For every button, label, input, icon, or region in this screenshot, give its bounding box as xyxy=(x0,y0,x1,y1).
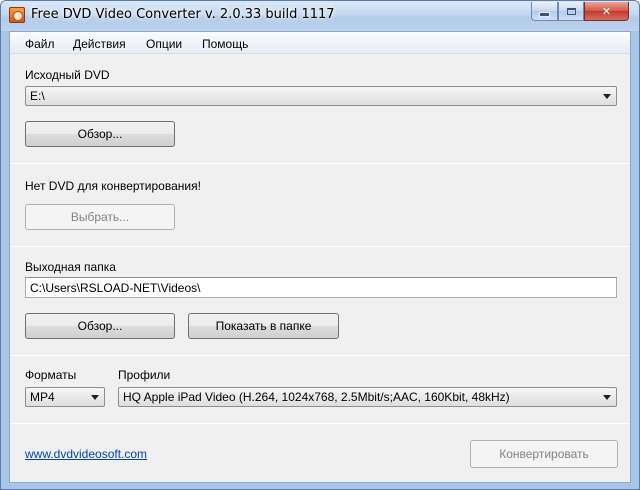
minimize-button[interactable] xyxy=(531,2,558,21)
dvd-status-message: Нет DVD для конвертирования! xyxy=(25,179,201,193)
show-in-folder-button[interactable]: Показать в папке xyxy=(188,313,339,339)
menu-actions[interactable]: Действия xyxy=(73,37,126,51)
divider xyxy=(10,355,630,356)
formats-label: Форматы xyxy=(25,368,77,382)
main-panel: Файл Действия Опции Помощь Исходный DVD … xyxy=(9,31,631,483)
source-browse-button[interactable]: Обзор... xyxy=(25,121,175,147)
source-drive-select[interactable]: E:\ xyxy=(25,86,617,106)
convert-button[interactable]: Конвертировать xyxy=(470,440,618,468)
maximize-button[interactable] xyxy=(558,2,584,21)
select-titles-button[interactable]: Выбрать... xyxy=(25,204,175,230)
minimize-icon xyxy=(539,11,550,17)
divider xyxy=(10,246,630,247)
output-path-input[interactable]: C:\Users\RSLOAD-NET\Videos\ xyxy=(25,277,617,298)
close-icon: ✕ xyxy=(601,5,612,18)
profiles-label: Профили xyxy=(118,368,171,382)
output-browse-button[interactable]: Обзор... xyxy=(25,313,175,339)
divider xyxy=(10,423,630,424)
profile-value: HQ Apple iPad Video (H.264, 1024x768, 2.… xyxy=(123,390,510,404)
chevron-down-icon xyxy=(91,395,99,400)
title-bar[interactable]: Free DVD Video Converter v. 2.0.33 build… xyxy=(1,1,639,31)
menu-bar: Файл Действия Опции Помощь xyxy=(10,32,630,54)
chevron-down-icon xyxy=(603,395,611,400)
profile-select[interactable]: HQ Apple iPad Video (H.264, 1024x768, 2.… xyxy=(118,387,617,407)
menu-file[interactable]: Файл xyxy=(25,37,55,51)
maximize-icon xyxy=(566,7,576,15)
app-icon[interactable] xyxy=(9,7,25,23)
menu-options[interactable]: Опции xyxy=(146,37,182,51)
menu-help[interactable]: Помощь xyxy=(202,37,248,51)
window-title: Free DVD Video Converter v. 2.0.33 build… xyxy=(31,7,335,22)
source-drive-value: E:\ xyxy=(30,89,45,103)
source-dvd-label: Исходный DVD xyxy=(25,68,110,82)
website-link[interactable]: www.dvdvideosoft.com xyxy=(25,447,147,461)
divider xyxy=(10,163,630,164)
format-value: MP4 xyxy=(30,390,55,404)
close-button[interactable]: ✕ xyxy=(584,2,629,21)
app-window: Free DVD Video Converter v. 2.0.33 build… xyxy=(0,0,640,490)
format-select[interactable]: MP4 xyxy=(25,387,105,407)
output-folder-label: Выходная папка xyxy=(25,260,116,274)
chevron-down-icon xyxy=(603,94,611,99)
